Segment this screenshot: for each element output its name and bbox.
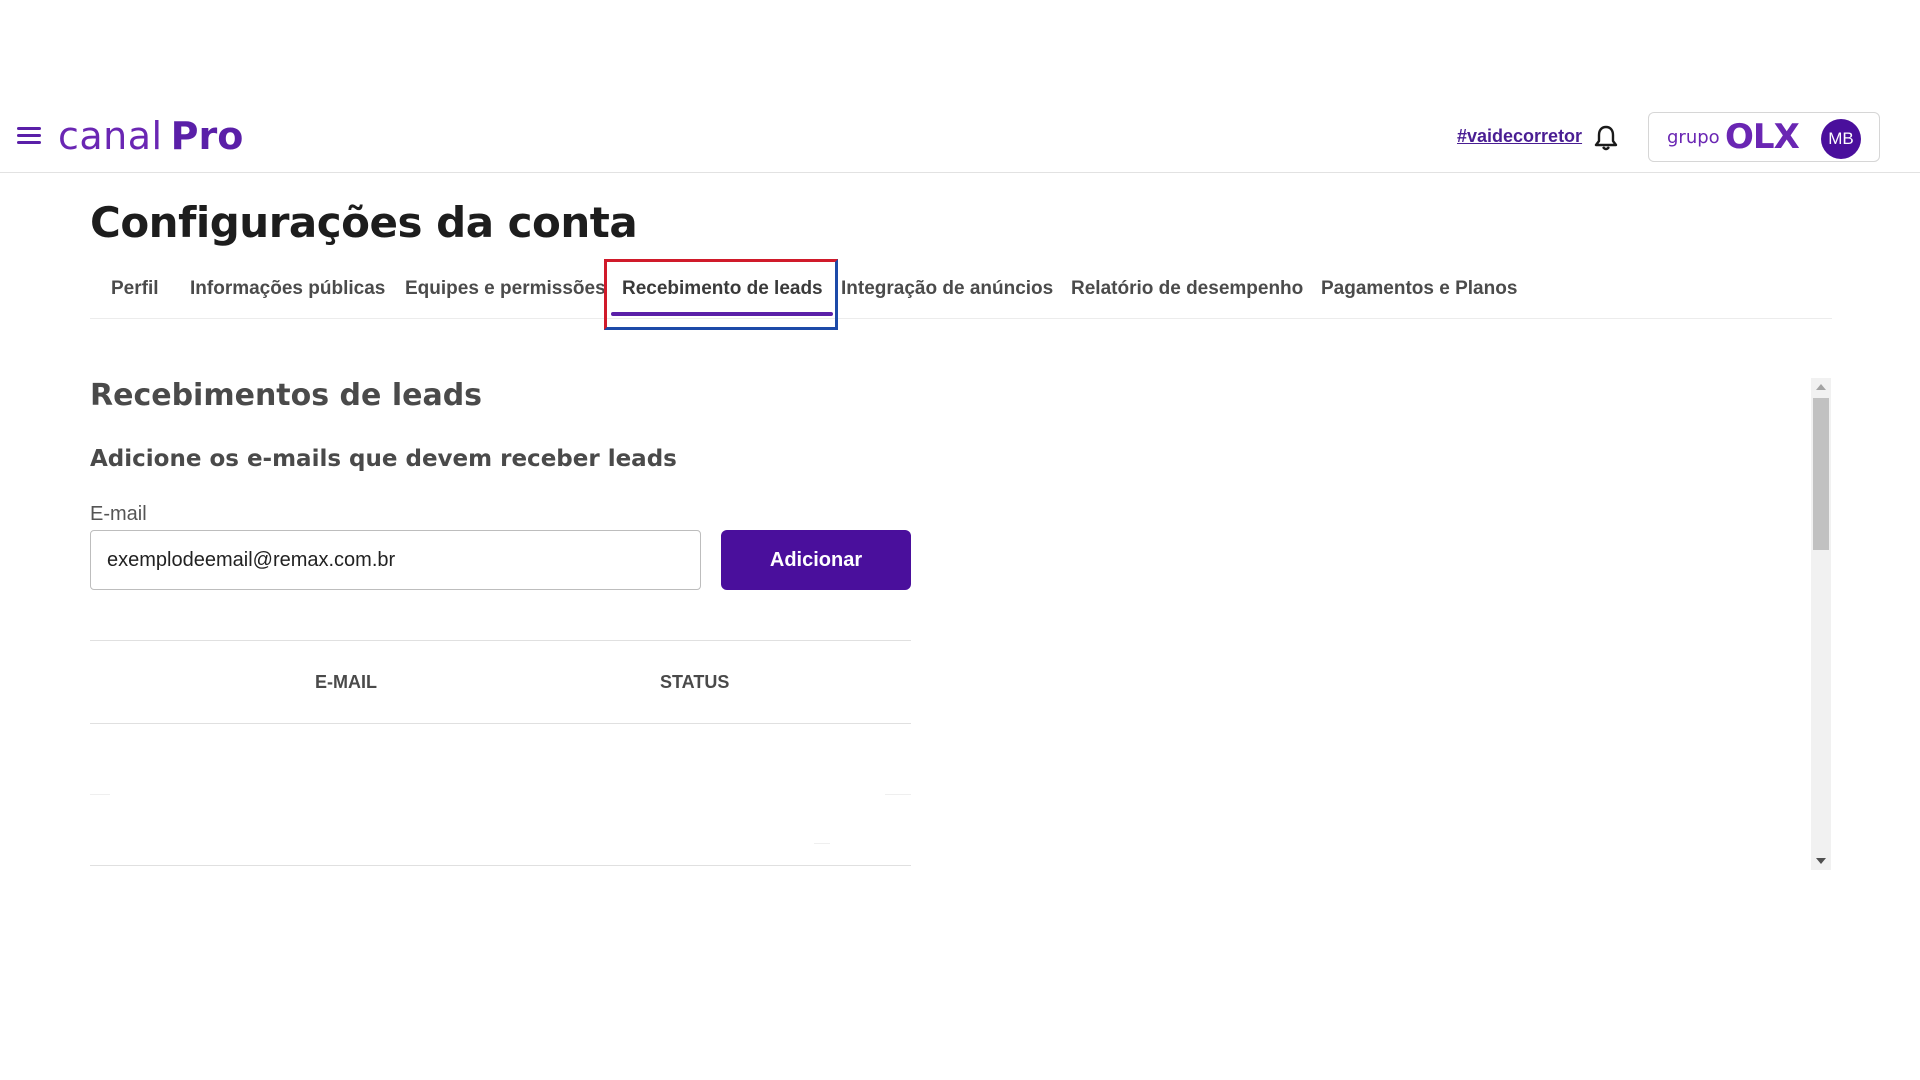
- tab-highlight-box: [604, 259, 838, 330]
- olx-logo: OLX: [1725, 117, 1800, 157]
- page-title: Configurações da conta: [90, 198, 638, 247]
- account-menu[interactable]: grupo OLX MB: [1648, 112, 1880, 162]
- top-header: canal Pro #vaidecorretor grupo OLX MB: [0, 100, 1920, 173]
- logo-bold-text: Pro: [170, 114, 244, 158]
- table-row-divider: [90, 794, 110, 795]
- email-label: E-mail: [90, 503, 147, 525]
- add-email-button[interactable]: Adicionar: [721, 530, 911, 590]
- column-header-email: E-MAIL: [315, 672, 377, 692]
- vaidecorretor-link[interactable]: #vaidecorretor: [1457, 126, 1582, 147]
- tab-perfil[interactable]: Perfil: [111, 278, 159, 300]
- arrow-down-icon[interactable]: [1816, 858, 1826, 864]
- logo-light-text: canal: [58, 114, 163, 158]
- tab-relatorio-desempenho[interactable]: Relatório de desempenho: [1071, 278, 1303, 300]
- arrow-up-icon[interactable]: [1816, 384, 1826, 390]
- content-scrollbar[interactable]: [1811, 378, 1831, 870]
- table-row-divider: [885, 794, 911, 795]
- leads-email-table: E-MAIL STATUS: [90, 640, 911, 866]
- section-subtitle: Adicione os e-mails que devem receber le…: [90, 446, 677, 472]
- canal-pro-logo[interactable]: canal Pro: [58, 114, 243, 159]
- email-input[interactable]: [90, 530, 701, 590]
- tab-integracao-anuncios[interactable]: Integração de anúncios: [841, 278, 1053, 300]
- bell-icon[interactable]: [1593, 124, 1619, 152]
- column-header-status: STATUS: [660, 672, 730, 692]
- menu-icon[interactable]: [14, 124, 44, 148]
- grupo-text: grupo: [1667, 127, 1720, 148]
- section-title: Recebimentos de leads: [90, 378, 483, 413]
- scrollbar-thumb[interactable]: [1813, 398, 1829, 550]
- settings-tabs: Perfil Informações públicas Equipes e pe…: [90, 258, 1832, 319]
- table-bottom-divider: [90, 865, 911, 866]
- table-placeholder-dash: [814, 843, 830, 844]
- tab-informacoes-publicas[interactable]: Informações públicas: [190, 278, 385, 300]
- tab-equipes-permissoes[interactable]: Equipes e permissões: [405, 278, 606, 300]
- avatar[interactable]: MB: [1821, 119, 1861, 159]
- table-top-divider: [90, 640, 911, 641]
- tab-pagamentos-planos[interactable]: Pagamentos e Planos: [1321, 278, 1517, 300]
- table-header-divider: [90, 723, 911, 724]
